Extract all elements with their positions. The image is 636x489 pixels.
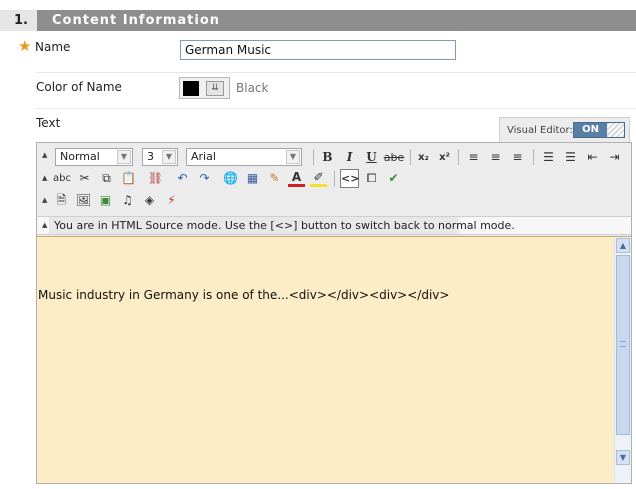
name-input[interactable] <box>180 40 456 60</box>
divider <box>36 72 636 73</box>
separator <box>334 171 335 187</box>
unlink-icon[interactable]: ⛓ <box>147 170 164 187</box>
required-star-icon: ★ <box>18 37 32 55</box>
align-right-icon[interactable]: ≡ <box>509 149 526 166</box>
fullscreen-icon[interactable]: ⧠ <box>363 170 380 187</box>
visual-editor-state: ON <box>582 124 599 135</box>
chevron-down-icon: ▼ <box>117 150 131 164</box>
section-header: 1. Content Information <box>0 10 636 31</box>
separator <box>313 149 314 165</box>
insert-image-icon[interactable]: 🖼 <box>75 192 92 209</box>
strikethrough-button[interactable]: abe <box>383 149 405 166</box>
numbered-list-icon[interactable]: ☰ <box>540 149 557 166</box>
insert-media-icon[interactable]: ▣ <box>97 192 114 209</box>
collapse-arrow-icon[interactable]: ▲ <box>42 196 47 204</box>
collapse-arrow-icon[interactable]: ▲ <box>42 174 47 182</box>
visual-editor-box: Visual Editor: ON <box>499 117 630 142</box>
format-select-value: Normal <box>60 150 100 163</box>
font-select[interactable]: Arial ▼ <box>186 148 302 166</box>
mode-message-bar: ▲ You are in HTML Source mode. Use the [… <box>37 216 631 235</box>
visual-editor-label: Visual Editor: <box>507 125 573 136</box>
insert-flash-icon[interactable]: ◈ <box>141 192 158 209</box>
align-left-icon[interactable]: ≡ <box>465 149 482 166</box>
copy-icon[interactable]: ⧉ <box>98 170 115 187</box>
chevron-down-icon: ▼ <box>286 150 300 164</box>
html-source-toggle-icon[interactable]: <> <box>340 169 359 188</box>
bold-button[interactable]: B <box>319 149 336 166</box>
editor-text-area[interactable]: Music industry in Germany is one of the.… <box>37 236 631 483</box>
editor-content: Music industry in Germany is one of the.… <box>38 288 450 302</box>
scroll-thumb[interactable] <box>616 255 630 435</box>
text-color-icon[interactable]: A <box>288 170 305 187</box>
pencil-icon[interactable]: ✎ <box>266 170 283 187</box>
color-picker[interactable]: ⇊ <box>179 77 230 99</box>
size-select[interactable]: 3 ▼ <box>142 148 178 166</box>
cut-icon[interactable]: ✂ <box>76 170 93 187</box>
color-swatch <box>183 81 199 96</box>
outdent-icon[interactable]: ⇤ <box>584 149 601 166</box>
mode-message: You are in HTML Source mode. Use the [<>… <box>54 219 515 232</box>
text-label: Text <box>36 116 61 130</box>
collapse-arrow-icon[interactable]: ▲ <box>42 151 47 159</box>
toolbar-row-3: ▲ 🗎 🖼 ▣ ♫ ◈ ⚡ <box>37 191 631 213</box>
visual-editor-toggle[interactable]: ON <box>573 122 625 138</box>
format-select[interactable]: Normal ▼ <box>55 148 133 166</box>
toolbar-row-1: ▲ Normal ▼ 3 ▼ Arial ▼ B I U abe x₂ x² ≡… <box>37 146 631 168</box>
text-editor: ▲ Normal ▼ 3 ▼ Arial ▼ B I U abe x₂ x² ≡… <box>36 142 632 484</box>
bullet-list-icon[interactable]: ☰ <box>562 149 579 166</box>
scroll-up-icon[interactable]: ▲ <box>616 238 630 253</box>
size-select-value: 3 <box>147 150 154 163</box>
color-label: Color of Name <box>36 80 122 94</box>
insert-file-icon[interactable]: 🗎 <box>53 192 70 209</box>
color-value: Black <box>236 81 269 95</box>
scrollbar[interactable]: ▲ ▼ <box>614 237 631 483</box>
divider <box>36 108 636 109</box>
section-title: Content Information <box>52 13 221 28</box>
insert-audio-icon[interactable]: ♫ <box>119 192 136 209</box>
insert-pdf-icon[interactable]: ⚡ <box>163 192 180 209</box>
collapse-arrow-icon[interactable]: ▲ <box>42 221 47 229</box>
chevron-down-icon: ▼ <box>162 150 176 164</box>
superscript-icon[interactable]: x² <box>436 149 453 166</box>
separator <box>533 149 534 165</box>
toggle-off-pattern <box>607 123 624 137</box>
paste-icon[interactable]: 📋 <box>120 170 137 187</box>
underline-button[interactable]: U <box>363 149 380 166</box>
highlight-icon[interactable]: ✐ <box>310 170 327 187</box>
section-number: 1. <box>0 10 37 31</box>
link-globe-icon[interactable]: 🌐 <box>222 170 239 187</box>
scroll-down-icon[interactable]: ▼ <box>616 450 630 465</box>
toolbar-row-2: ▲ abc ✂ ⧉ 📋 ⛓ ↶ ↷ 🌐 ▦ ✎ A ✐ <> ⧠ ✔ <box>37 169 631 191</box>
align-center-icon[interactable]: ≡ <box>487 149 504 166</box>
separator <box>410 149 411 165</box>
table-icon[interactable]: ▦ <box>244 170 261 187</box>
chevron-down-icon[interactable]: ⇊ <box>206 81 224 96</box>
subscript-icon[interactable]: x₂ <box>415 149 432 166</box>
spellcheck-icon[interactable]: abc <box>53 170 71 187</box>
undo-icon[interactable]: ↶ <box>174 170 191 187</box>
indent-icon[interactable]: ⇥ <box>606 149 623 166</box>
italic-button[interactable]: I <box>341 149 358 166</box>
name-label: Name <box>35 40 71 54</box>
font-select-value: Arial <box>191 150 216 163</box>
cleanup-check-icon[interactable]: ✔ <box>385 170 402 187</box>
separator <box>458 149 459 165</box>
grip-icon <box>620 341 626 347</box>
redo-icon[interactable]: ↷ <box>196 170 213 187</box>
